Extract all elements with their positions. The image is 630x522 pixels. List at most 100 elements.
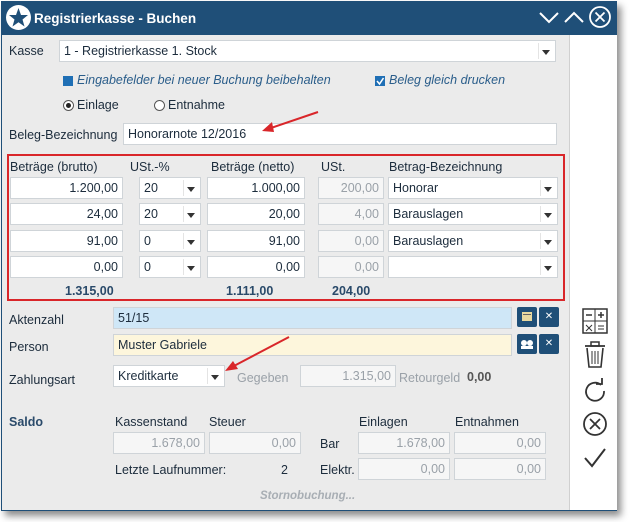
bar-entnahmen-value: 0,00 xyxy=(516,436,541,450)
chevron-down-icon xyxy=(538,43,553,59)
zahlung-select[interactable]: Kreditkarte xyxy=(113,365,225,387)
chevron-down-icon xyxy=(540,206,555,222)
file-icon[interactable] xyxy=(517,307,537,327)
netto-value: 91,00 xyxy=(268,234,300,248)
chevron-down-icon xyxy=(183,233,198,249)
ust-pct-select[interactable]: 20 xyxy=(139,177,201,199)
cancel-icon[interactable] xyxy=(582,411,608,437)
people-icon[interactable] xyxy=(517,334,537,354)
bezeichnung-value: Barauslagen xyxy=(393,207,464,221)
netto-value: 20,00 xyxy=(268,207,300,221)
ust-display: 4,00 xyxy=(318,203,384,225)
brutto-input[interactable]: 0,00 xyxy=(10,256,123,278)
bezeichnung-value: Barauslagen xyxy=(393,234,464,248)
ust-pct-select[interactable]: 0 xyxy=(139,230,201,252)
einlage-radio[interactable] xyxy=(63,100,74,111)
elektr-einlagen-value: 0,00 xyxy=(420,462,445,476)
storno-button[interactable]: Stornobuchung... xyxy=(260,490,355,502)
gegeben-input: 1.315,00 xyxy=(300,365,396,387)
checkmark-icon[interactable] xyxy=(582,445,608,471)
bar-label: Bar xyxy=(320,437,340,451)
booking-window: Registrierkasse - Buchen Kasse 1 - Regis… xyxy=(1,1,617,511)
saldo-label: Saldo xyxy=(9,415,44,429)
annotation-arrow xyxy=(262,111,319,132)
chevron-down-icon[interactable] xyxy=(537,5,561,29)
elektr-label: Elektr. xyxy=(320,463,355,477)
entnahmen-label: Entnahmen xyxy=(455,415,519,429)
chevron-down-icon xyxy=(540,180,555,196)
netto-input[interactable]: 20,00 xyxy=(207,203,305,225)
brutto-value: 1.200,00 xyxy=(69,181,118,195)
ust-pct-value: 0 xyxy=(144,260,151,274)
trash-icon[interactable] xyxy=(582,341,608,368)
chevron-down-icon xyxy=(540,259,555,275)
print-receipt-label: Beleg gleich drucken xyxy=(389,73,506,87)
brutto-input[interactable]: 1.200,00 xyxy=(10,177,123,199)
chevron-down-icon xyxy=(207,368,222,384)
elektr-einlagen-display: 0,00 xyxy=(358,458,450,480)
clear-akten-icon[interactable]: ✕ xyxy=(539,307,559,327)
brutto-value: 0,00 xyxy=(93,260,118,274)
print-receipt-checkbox[interactable] xyxy=(375,76,385,86)
keep-fields-checkbox[interactable] xyxy=(63,76,73,86)
netto-input[interactable]: 1.000,00 xyxy=(207,177,305,199)
header-ust-pct: USt.-% xyxy=(130,160,170,174)
akten-input[interactable]: 51/15 xyxy=(113,307,512,329)
kasse-select[interactable]: 1 - Registrierkasse 1. Stock xyxy=(59,40,556,62)
netto-input[interactable]: 0,00 xyxy=(207,256,305,278)
ust-value: 4,00 xyxy=(354,207,379,221)
ust-value: 0,00 xyxy=(354,234,379,248)
clear-person-icon[interactable]: ✕ xyxy=(539,334,559,354)
ust-display: 0,00 xyxy=(318,230,384,252)
person-input[interactable]: Muster Gabriele xyxy=(113,334,512,356)
window-title: Registrierkasse - Buchen xyxy=(34,11,197,26)
ust-pct-value: 20 xyxy=(144,207,158,221)
entnahme-radio[interactable] xyxy=(154,100,165,111)
netto-value: 0,00 xyxy=(275,260,300,274)
close-circle-icon[interactable] xyxy=(588,5,612,29)
person-value: Muster Gabriele xyxy=(118,338,207,352)
retour-label: Retourgeld xyxy=(399,371,461,385)
header-brutto: Beträge (brutto) xyxy=(10,160,98,174)
brutto-input[interactable]: 24,00 xyxy=(10,203,123,225)
ust-pct-select[interactable]: 0 xyxy=(139,256,201,278)
bezeichnung-select[interactable]: Barauslagen xyxy=(388,230,558,252)
person-label: Person xyxy=(9,340,49,354)
akten-label: Aktenzahl xyxy=(9,313,64,327)
beleg-value: Honorarnote 12/2016 xyxy=(128,127,247,141)
total-brutto: 1.315,00 xyxy=(65,284,114,298)
title-bar: Registrierkasse - Buchen xyxy=(2,2,616,35)
chevron-down-icon xyxy=(540,233,555,249)
bezeichnung-select[interactable] xyxy=(388,256,558,278)
netto-value: 1.000,00 xyxy=(251,181,300,195)
elektr-entnahmen-value: 0,00 xyxy=(516,462,541,476)
netto-input[interactable]: 91,00 xyxy=(207,230,305,252)
chevron-down-icon xyxy=(183,206,198,222)
refresh-icon[interactable] xyxy=(582,378,608,404)
ust-display: 0,00 xyxy=(318,256,384,278)
brutto-value: 24,00 xyxy=(86,207,118,221)
kasse-label: Kasse xyxy=(9,44,44,58)
brutto-input[interactable]: 91,00 xyxy=(10,230,123,252)
header-netto: Beträge (netto) xyxy=(211,160,295,174)
kassenstand-label: Kassenstand xyxy=(115,415,188,429)
brutto-value: 91,00 xyxy=(86,234,118,248)
kassenstand-value: 1.678,00 xyxy=(151,436,200,450)
bezeichnung-select[interactable]: Honorar xyxy=(388,177,558,199)
akten-value: 51/15 xyxy=(118,311,150,325)
beleg-input[interactable]: Honorarnote 12/2016 xyxy=(123,123,557,145)
steuer-label: Steuer xyxy=(209,415,246,429)
calculator-icon[interactable] xyxy=(582,308,608,334)
ust-pct-value: 0 xyxy=(144,234,151,248)
bezeichnung-select[interactable]: Barauslagen xyxy=(388,203,558,225)
ust-pct-select[interactable]: 20 xyxy=(139,203,201,225)
total-ust: 204,00 xyxy=(332,284,371,298)
steuer-value: 0,00 xyxy=(271,436,296,450)
star-icon xyxy=(6,5,31,30)
beleg-label: Beleg-Bezeichnung xyxy=(9,128,118,142)
chevron-up-icon[interactable] xyxy=(562,5,586,29)
einlagen-label: Einlagen xyxy=(359,415,408,429)
annotation-arrow xyxy=(225,336,290,371)
bar-entnahmen-display: 0,00 xyxy=(454,432,546,454)
kassenstand-display: 1.678,00 xyxy=(113,432,205,454)
